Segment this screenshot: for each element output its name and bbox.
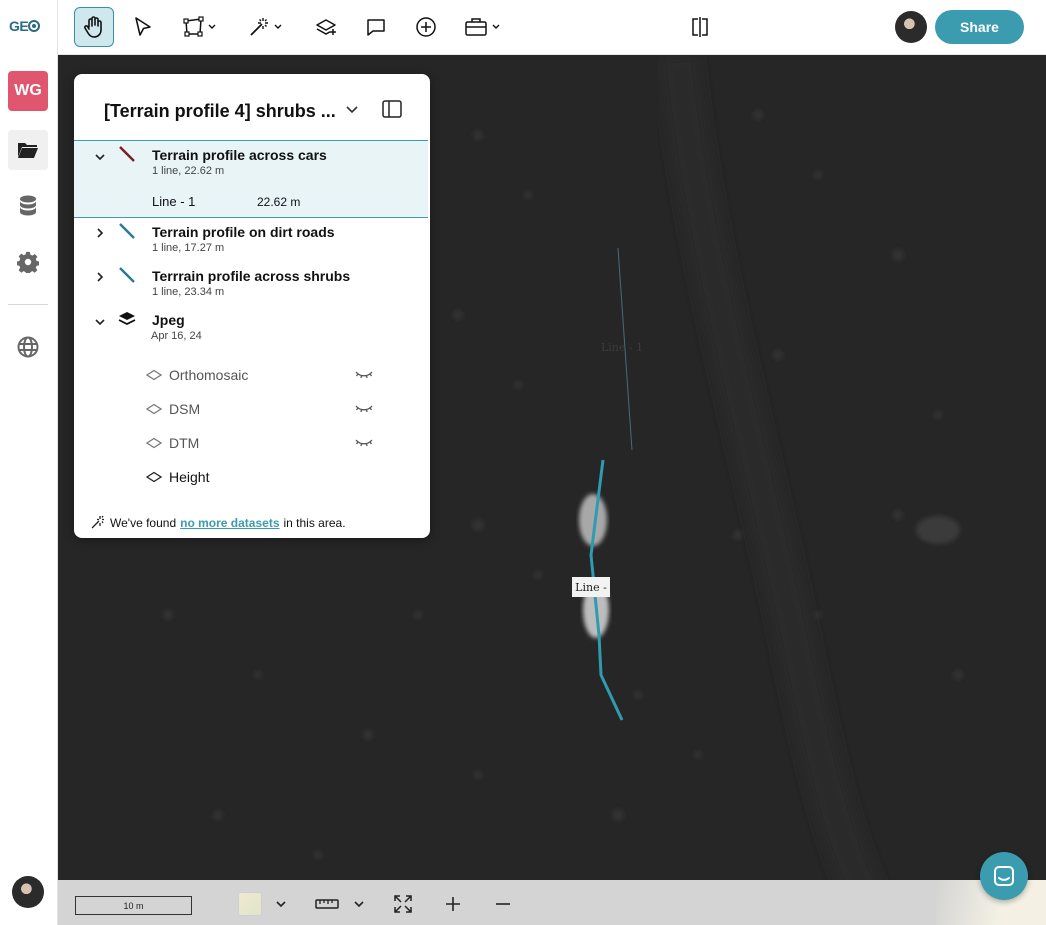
dataset-name: Jpeg bbox=[152, 312, 185, 328]
plus-icon bbox=[446, 897, 460, 911]
workspace-badge[interactable]: WG bbox=[8, 71, 48, 111]
chevron-down-icon bbox=[276, 900, 286, 907]
basemap-thumbnail bbox=[238, 892, 262, 916]
expand-icon bbox=[394, 895, 412, 913]
pan-tool-button[interactable] bbox=[74, 7, 114, 47]
line-feature-icon bbox=[119, 223, 135, 239]
database-icon bbox=[20, 195, 36, 216]
chevron-down-icon[interactable] bbox=[94, 152, 106, 162]
toolbox-icon bbox=[465, 18, 487, 36]
chevron-down-icon bbox=[274, 24, 282, 29]
terrain-ridge bbox=[658, 55, 897, 925]
line-item-name[interactable]: Line - 1 bbox=[152, 194, 195, 209]
basemap-switcher[interactable] bbox=[238, 890, 286, 918]
rail-divider bbox=[8, 304, 48, 305]
share-button[interactable]: Share bbox=[935, 10, 1024, 44]
folder-icon bbox=[18, 143, 38, 158]
layer-diamond-icon bbox=[146, 403, 162, 415]
rail-explore-button[interactable] bbox=[8, 327, 48, 367]
globe-icon bbox=[17, 336, 39, 358]
comment-button[interactable] bbox=[365, 7, 387, 47]
panel-title[interactable]: [Terrain profile 4] shrubs ... bbox=[104, 101, 344, 122]
group-summary: 1 line, 17.27 m bbox=[152, 242, 225, 254]
user-avatar[interactable] bbox=[12, 876, 44, 908]
chevron-right-icon[interactable] bbox=[95, 227, 105, 239]
layer-name: Orthomosaic bbox=[169, 367, 249, 383]
zoom-in-button[interactable] bbox=[444, 890, 462, 918]
layer-name: DTM bbox=[169, 435, 200, 451]
chevron-down-icon bbox=[492, 24, 500, 29]
split-view-icon bbox=[692, 17, 708, 37]
layer-item[interactable]: DTM bbox=[146, 434, 396, 454]
magic-wand-icon bbox=[250, 18, 268, 36]
toolbox-button[interactable] bbox=[464, 7, 500, 47]
chevron-right-icon[interactable] bbox=[95, 271, 105, 283]
sidebar-toggle-icon[interactable] bbox=[382, 100, 402, 118]
comment-icon bbox=[367, 19, 385, 36]
group-name: Terrain profile across cars bbox=[152, 147, 327, 163]
draw-polygon-button[interactable] bbox=[182, 7, 216, 47]
app-logo[interactable]: GE bbox=[9, 18, 41, 34]
left-rail: GE WG bbox=[0, 0, 58, 925]
add-circle-icon bbox=[416, 17, 436, 37]
group-name: Terrain profile on dirt roads bbox=[152, 224, 335, 240]
magic-tool-button[interactable] bbox=[248, 7, 282, 47]
add-point-button[interactable] bbox=[415, 7, 437, 47]
chevron-down-icon bbox=[354, 900, 364, 907]
no-more-datasets-link[interactable]: no more datasets bbox=[180, 516, 279, 530]
hand-icon bbox=[84, 16, 102, 38]
ruler-icon bbox=[315, 899, 339, 909]
rail-projects-button[interactable] bbox=[8, 130, 48, 170]
chevron-down-icon[interactable] bbox=[94, 317, 106, 327]
compare-view-button[interactable] bbox=[690, 7, 710, 47]
group-summary: 1 line, 22.62 m bbox=[152, 165, 225, 177]
line-feature-icon bbox=[119, 146, 135, 162]
measure-button[interactable] bbox=[315, 890, 364, 918]
terrain-patch bbox=[916, 516, 960, 544]
top-toolbar: Share bbox=[58, 0, 1046, 55]
eye-closed-icon[interactable] bbox=[355, 403, 373, 415]
line-label: Line - bbox=[572, 577, 610, 597]
rail-settings-button[interactable] bbox=[8, 242, 48, 282]
bottom-toolbar: 10 m bbox=[58, 880, 1046, 925]
user-avatar[interactable] bbox=[895, 11, 927, 43]
add-layer-button[interactable] bbox=[315, 7, 337, 47]
pointer-icon bbox=[135, 17, 151, 36]
group-name: Terrrain profile across shrubs bbox=[152, 268, 351, 284]
chevron-down-icon[interactable] bbox=[344, 101, 360, 117]
dataset-date: Apr 16, 24 bbox=[151, 330, 202, 342]
gear-icon bbox=[17, 251, 39, 273]
select-tool-button[interactable] bbox=[133, 7, 153, 47]
faint-line-label: Line - 1 bbox=[601, 341, 644, 354]
layers-icon bbox=[118, 312, 136, 326]
zoom-out-button[interactable] bbox=[494, 890, 512, 918]
line-feature-icon bbox=[119, 267, 135, 283]
layer-diamond-icon bbox=[146, 369, 162, 381]
layer-item[interactable]: DSM bbox=[146, 400, 396, 420]
chevron-down-icon bbox=[208, 24, 216, 29]
layer-name: Height bbox=[169, 469, 210, 485]
datasets-notice: We've found no more datasets in this area. bbox=[90, 514, 346, 530]
group-summary: 1 line, 23.34 m bbox=[152, 286, 225, 298]
layer-item[interactable]: Orthomosaic bbox=[146, 366, 396, 386]
rail-data-button[interactable] bbox=[8, 186, 48, 226]
add-layer-icon bbox=[316, 19, 336, 35]
eye-closed-icon[interactable] bbox=[355, 369, 373, 381]
scale-bar: 10 m bbox=[75, 896, 192, 915]
layer-name: DSM bbox=[169, 401, 201, 417]
layer-item[interactable]: Height bbox=[146, 468, 396, 488]
support-chat-button[interactable] bbox=[980, 852, 1028, 900]
eye-closed-icon[interactable] bbox=[355, 437, 373, 449]
project-panel: [Terrain profile 4] shrubs ... Terrain p… bbox=[74, 74, 430, 538]
polygon-icon bbox=[183, 16, 204, 37]
chat-icon bbox=[994, 866, 1014, 886]
sparkle-icon bbox=[91, 515, 104, 529]
minus-icon bbox=[496, 903, 510, 905]
line-item-length: 22.62 m bbox=[257, 195, 301, 209]
layer-diamond-icon bbox=[146, 471, 162, 483]
fit-extent-button[interactable] bbox=[393, 890, 413, 918]
layer-diamond-icon bbox=[146, 437, 162, 449]
